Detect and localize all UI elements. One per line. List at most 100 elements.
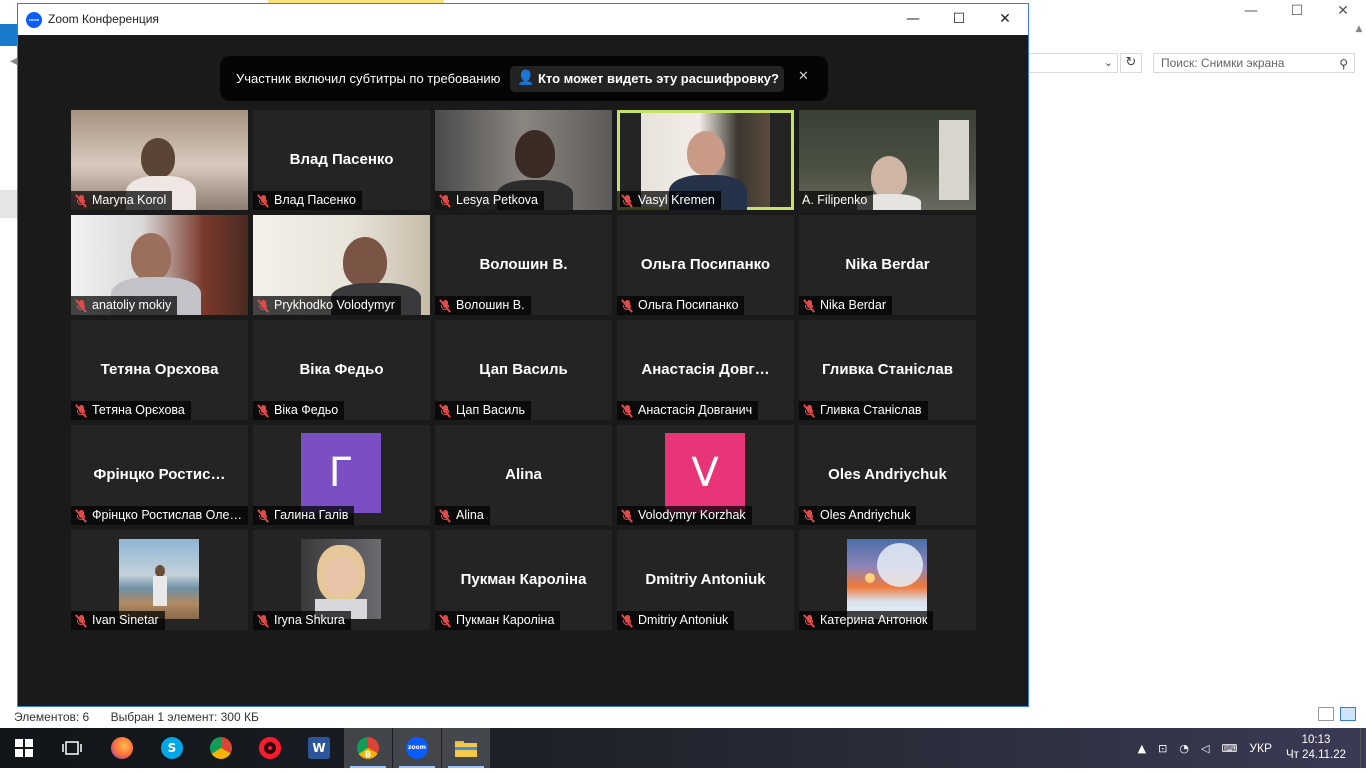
firefox-taskbar-button[interactable]	[98, 728, 146, 768]
explorer-nav-highlight	[0, 190, 18, 218]
participant-tile[interactable]: Катерина Антонюк	[799, 530, 976, 630]
clock[interactable]: 10:13 Чт 24.11.22	[1286, 733, 1346, 763]
zoom-window: zoom Zoom Конференция — ☐ ✕ Участник вкл…	[17, 3, 1029, 707]
minimize-button[interactable]: —	[1228, 0, 1274, 22]
participant-tile[interactable]: Анастасія Довг… Анастасія Довганич	[617, 320, 794, 420]
participant-tile[interactable]: Iryna Shkura	[253, 530, 430, 630]
participant-tile[interactable]: Фрінцко Ростис… Фрінцко Ростислав Оле…	[71, 425, 248, 525]
participant-name: Dmitriy Antoniuk	[638, 613, 729, 627]
participant-tile[interactable]: Влад Пасенко Влад Пасенко	[253, 110, 430, 210]
participant-tile[interactable]: Prykhodko Volodymyr	[253, 215, 430, 315]
participant-tile[interactable]: Г Галина Галів	[253, 425, 430, 525]
mic-muted-icon	[74, 613, 88, 628]
mic-muted-icon	[74, 403, 88, 418]
show-hidden-icons-icon[interactable]: ▲	[1138, 742, 1146, 755]
file-explorer-taskbar-button[interactable]	[442, 728, 490, 768]
participant-tile[interactable]: Oles Andriychuk Oles Andriychuk	[799, 425, 976, 525]
participant-display-name: Волошин В.	[479, 256, 568, 273]
minimize-button[interactable]: —	[890, 4, 936, 34]
participant-tile[interactable]: Lesya Petkova	[435, 110, 612, 210]
mic-muted-icon	[802, 613, 816, 628]
start-button[interactable]	[0, 728, 48, 768]
participant-tile-active-speaker[interactable]: Vasyl Kremen	[617, 110, 794, 210]
scrollbar[interactable]: ▲	[1352, 24, 1366, 704]
participant-tile[interactable]: Alina Alina	[435, 425, 612, 525]
word-taskbar-button[interactable]: W	[295, 728, 343, 768]
chevron-down-icon[interactable]: ⌄	[1104, 56, 1113, 69]
refresh-button[interactable]: ↻	[1120, 53, 1142, 73]
participant-display-name: Пукман Кароліна	[460, 571, 587, 588]
word-icon: W	[308, 737, 330, 759]
participant-tile[interactable]: Віка Федьо Віка Федьо	[253, 320, 430, 420]
participant-name: Пукман Кароліна	[456, 613, 555, 627]
participant-tile[interactable]: Ivan Sinetar	[71, 530, 248, 630]
zoom-taskbar-button[interactable]: zoom	[393, 728, 441, 768]
participant-name: Галина Галів	[274, 508, 349, 522]
firefox-icon	[111, 737, 133, 759]
explorer-nav-selected[interactable]	[0, 24, 18, 46]
close-button[interactable]: ✕	[1320, 0, 1366, 22]
participant-display-name: Oles Andriychuk	[828, 466, 947, 483]
participant-tile[interactable]: A. Filipenko	[799, 110, 976, 210]
large-icons-view-icon[interactable]	[1340, 707, 1356, 721]
participant-tile[interactable]: Maryna Korol	[71, 110, 248, 210]
participant-name: Фрінцко Ростислав Оле…	[92, 508, 242, 522]
language-indicator[interactable]: УКР	[1249, 741, 1272, 755]
mic-muted-icon	[802, 403, 816, 418]
participant-tile[interactable]: Гливка Станіслав Гливка Станіслав	[799, 320, 976, 420]
transcript-visibility-button[interactable]: 👤 Кто может видеть эту расшифровку?	[510, 66, 784, 92]
avatar: V	[665, 433, 745, 513]
participant-name: Ольга Посипанко	[638, 298, 739, 312]
mic-muted-icon	[438, 298, 452, 313]
close-button[interactable]: ✕	[982, 4, 1028, 34]
system-tray: ▲ ⊡ ◔ ◁ ⌨ УКР 10:13 Чт 24.11.22	[1132, 728, 1366, 768]
wifi-icon[interactable]: ◔	[1179, 742, 1189, 755]
mic-muted-icon	[620, 613, 634, 628]
address-bar[interactable]: ⌄	[1028, 53, 1118, 73]
avatar: Г	[301, 433, 381, 513]
participant-name: Тетяна Орєхова	[92, 403, 185, 417]
status-bar: Элементов: 6 Выбран 1 элемент: 300 КБ	[14, 710, 277, 724]
folder-icon	[455, 741, 477, 757]
participant-tile[interactable]: Цап Василь Цап Василь	[435, 320, 612, 420]
show-desktop-button[interactable]	[1360, 728, 1366, 768]
mic-muted-icon	[256, 613, 270, 628]
view-switcher	[1318, 707, 1356, 721]
participant-tile[interactable]: anatoliy mokiy	[71, 215, 248, 315]
mic-muted-icon	[74, 508, 88, 523]
explorer-window-controls: — ☐ ✕	[1228, 0, 1366, 22]
participant-tile[interactable]: Ольга Посипанко Ольга Посипанко	[617, 215, 794, 315]
participant-tile[interactable]: Nika Berdar Nika Berdar	[799, 215, 976, 315]
task-view-button[interactable]	[48, 728, 96, 768]
participant-tile[interactable]: Волошин В. Волошин В.	[435, 215, 612, 315]
search-input[interactable]: Поиск: Снимки экрана ⚲	[1153, 53, 1355, 73]
selection-info: Выбран 1 элемент: 300 КБ	[110, 710, 259, 724]
participant-display-name: Влад Пасенко	[289, 151, 394, 168]
participant-tile[interactable]: Пукман Кароліна Пукман Кароліна	[435, 530, 612, 630]
chrome-taskbar-button[interactable]	[197, 728, 245, 768]
maximize-button[interactable]: ☐	[1274, 0, 1320, 22]
volume-icon[interactable]: ◁	[1201, 742, 1209, 755]
keyboard-icon[interactable]: ⌨	[1221, 742, 1237, 755]
window-title: Zoom Конференция	[48, 12, 159, 26]
participant-tile[interactable]: Тетяна Орєхова Тетяна Орєхова	[71, 320, 248, 420]
maximize-button[interactable]: ☐	[936, 4, 982, 34]
network-status-icon[interactable]: ⊡	[1158, 742, 1167, 755]
scroll-up-icon[interactable]: ▲	[1352, 24, 1366, 34]
chrome-profile-taskbar-button[interactable]: B	[344, 728, 392, 768]
mic-muted-icon	[438, 613, 452, 628]
details-view-icon[interactable]	[1318, 707, 1334, 721]
participant-tile[interactable]: V Volodymyr Korzhak	[617, 425, 794, 525]
participant-tile[interactable]: Dmitriy Antoniuk Dmitriy Antoniuk	[617, 530, 794, 630]
opera-taskbar-button[interactable]	[246, 728, 294, 768]
mic-muted-icon	[74, 193, 88, 208]
mic-muted-icon	[438, 508, 452, 523]
mic-muted-icon	[74, 298, 88, 313]
participant-name: Гливка Станіслав	[820, 403, 922, 417]
participant-display-name: Nika Berdar	[845, 256, 930, 273]
close-icon[interactable]: ✕	[798, 69, 809, 84]
skype-taskbar-button[interactable]: S	[148, 728, 196, 768]
participant-name: Volodymyr Korzhak	[638, 508, 746, 522]
mic-muted-icon	[802, 298, 816, 313]
mic-muted-icon	[620, 403, 634, 418]
